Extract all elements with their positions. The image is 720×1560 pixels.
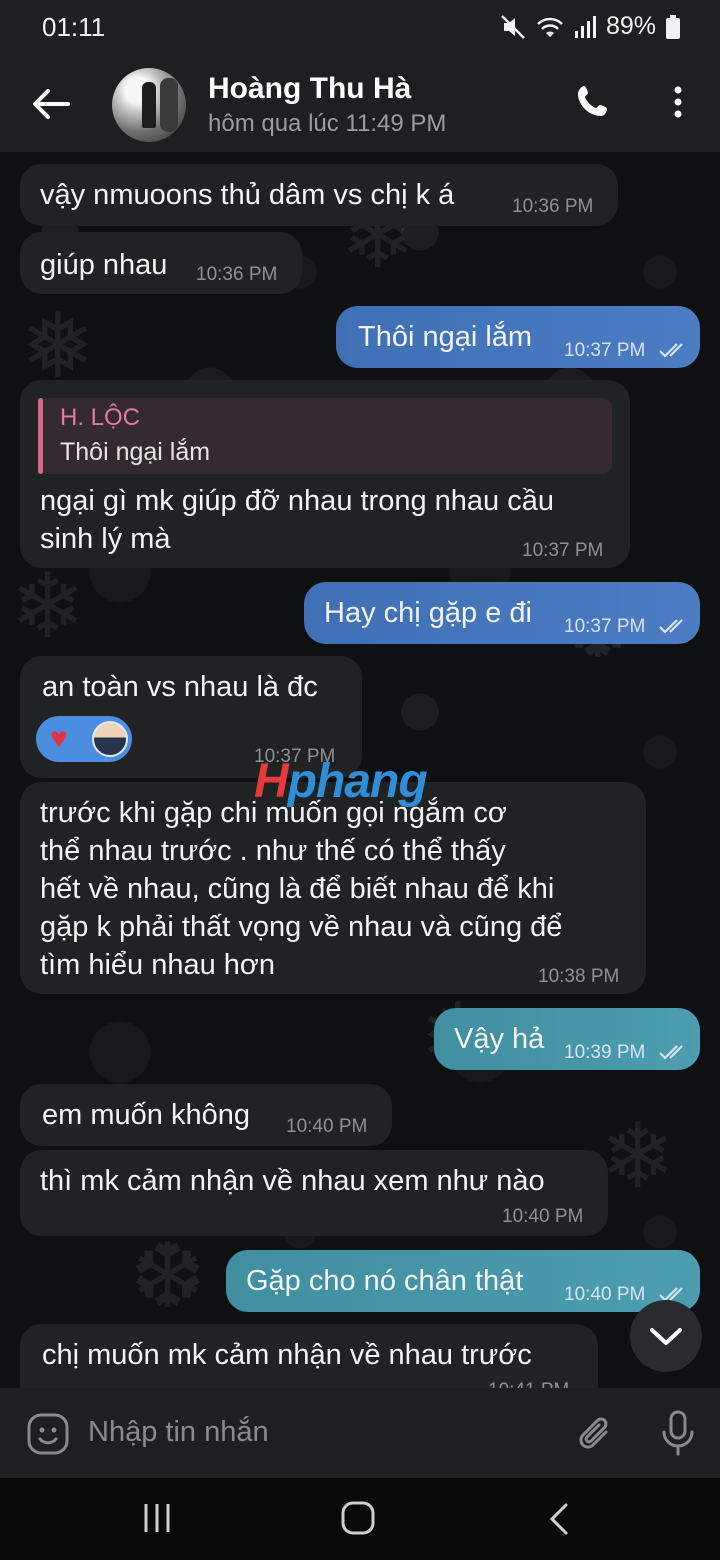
- home-icon[interactable]: [340, 1500, 376, 1536]
- microphone-icon[interactable]: [660, 1410, 696, 1458]
- message-bubble-outgoing[interactable]: Hay chị gặp e đi 10:37 PM: [304, 582, 700, 644]
- message-time: 10:40 PM: [502, 1206, 584, 1227]
- phone-icon[interactable]: [574, 82, 614, 122]
- paperclip-icon[interactable]: [576, 1412, 616, 1456]
- nav-back-icon[interactable]: [548, 1502, 570, 1536]
- message-text-line: thể nhau trước . như thế có thể thấy: [40, 835, 506, 867]
- mute-icon: [501, 14, 525, 39]
- message-text: an toàn vs nhau là đc: [42, 671, 318, 703]
- message-bubble-incoming[interactable]: thì mk cảm nhận về nhau xem như nào 10:4…: [20, 1150, 608, 1236]
- message-bubble-incoming[interactable]: vậy nmuoons thủ dâm vs chị k á 10:36 PM: [20, 164, 618, 226]
- message-time: 10:41 PM: [488, 1380, 569, 1388]
- message-time: 10:36 PM: [196, 264, 278, 285]
- message-time: 10:36 PM: [512, 196, 594, 217]
- message-bubble-outgoing[interactable]: Thôi ngại lắm 10:37 PM: [336, 306, 700, 368]
- message-input[interactable]: Nhập tin nhắn: [88, 1416, 269, 1449]
- reply-accent-bar: [38, 398, 43, 474]
- last-seen: hôm qua lúc 11:49 PM: [208, 110, 447, 137]
- contact-avatar[interactable]: [112, 68, 186, 142]
- message-bubble-incoming[interactable]: trước khi gặp chi muốn gọi ngắm cơ thể n…: [20, 782, 646, 994]
- watermark-rest: phang: [287, 755, 428, 808]
- reply-text: Thôi ngại lắm: [60, 438, 211, 466]
- message-list[interactable]: ❄ ❅ ❆ ❄ ❅ ❄ ❆ vậy nmuoons thủ dâm vs chị…: [0, 152, 720, 1388]
- reactor-avatar: [92, 721, 128, 757]
- message-text: Gặp cho nó chân thật: [246, 1265, 524, 1297]
- read-checks-icon: [659, 1045, 683, 1060]
- more-options-icon[interactable]: [664, 82, 692, 122]
- back-arrow-icon[interactable]: [28, 82, 72, 126]
- message-text: em muốn không: [42, 1099, 250, 1131]
- battery-percent: 89%: [605, 12, 656, 40]
- message-text: Vậy hả: [454, 1023, 545, 1055]
- battery-icon: [666, 14, 680, 39]
- watermark-first-letter: H: [254, 755, 289, 808]
- status-bar: 01:11 89%: [0, 0, 720, 56]
- snowflake-pattern: ❅: [20, 297, 96, 397]
- message-time: 10:37 PM: [564, 340, 646, 361]
- reply-sender: H. LỘC: [60, 404, 141, 431]
- reaction-badge[interactable]: ♥: [36, 716, 132, 762]
- message-bubble-incoming[interactable]: giúp nhau 10:36 PM: [20, 232, 302, 294]
- wifi-icon: [537, 17, 563, 37]
- snowflake-pattern: ❄: [600, 1107, 676, 1207]
- snowflake-pattern: ❆: [130, 1227, 206, 1327]
- message-text: Hay chị gặp e đi: [324, 597, 532, 629]
- message-bubble-incoming[interactable]: em muốn không 10:40 PM: [20, 1084, 392, 1146]
- message-text: chị muốn mk cảm nhận về nhau trước: [42, 1339, 532, 1371]
- contact-name[interactable]: Hoàng Thu Hà: [208, 72, 411, 106]
- message-text-line: sinh lý mà: [40, 523, 171, 555]
- message-text: thì mk cảm nhận về nhau xem như nào: [40, 1165, 545, 1197]
- status-icons: 89%: [500, 12, 680, 41]
- read-checks-icon: [659, 343, 683, 358]
- emoji-icon[interactable]: [26, 1412, 70, 1456]
- chat-header: Hoàng Thu Hà hôm qua lúc 11:49 PM: [0, 56, 720, 152]
- message-text-line: ngại gì mk giúp đỡ nhau trong nhau cầu: [40, 485, 554, 517]
- message-bubble-incoming[interactable]: H. LỘC Thôi ngại lắm ngại gì mk giúp đỡ …: [20, 380, 630, 568]
- message-text: Thôi ngại lắm: [358, 321, 533, 353]
- message-time: 10:38 PM: [538, 966, 620, 987]
- reply-preview[interactable]: H. LỘC Thôi ngại lắm: [38, 398, 612, 474]
- chevron-down-icon: [650, 1328, 682, 1345]
- message-text: vậy nmuoons thủ dâm vs chị k á: [40, 179, 455, 211]
- message-text-line: tìm hiểu nhau hơn: [40, 949, 276, 981]
- status-time: 01:11: [42, 12, 106, 42]
- message-text: giúp nhau: [40, 249, 168, 281]
- snowflake-pattern: ❄: [10, 557, 86, 657]
- scroll-to-bottom-button[interactable]: [630, 1300, 702, 1372]
- message-bubble-outgoing[interactable]: Vậy hả 10:39 PM: [434, 1008, 700, 1070]
- message-time: 10:40 PM: [286, 1116, 368, 1137]
- message-text-line: hết về nhau, cũng là để biết nhau để khi: [40, 873, 555, 905]
- recent-apps-icon[interactable]: [142, 1502, 172, 1534]
- message-text-line: gặp k phải thất vọng về nhau và cũng để: [40, 911, 563, 943]
- message-bubble-incoming[interactable]: chị muốn mk cảm nhận về nhau trước 10:41…: [20, 1324, 598, 1388]
- signal-icon: [574, 15, 596, 38]
- message-bubble-outgoing[interactable]: Gặp cho nó chân thật 10:40 PM: [226, 1250, 700, 1312]
- message-time: 10:37 PM: [522, 540, 604, 561]
- message-time: 10:39 PM: [564, 1042, 646, 1063]
- read-checks-icon: [659, 619, 683, 634]
- system-nav-bar: [0, 1478, 720, 1560]
- heart-icon: ♥: [50, 722, 68, 755]
- message-time: 10:37 PM: [564, 616, 646, 637]
- watermark-logo: Hphang: [254, 754, 428, 809]
- message-input-bar: Nhập tin nhắn: [0, 1388, 720, 1478]
